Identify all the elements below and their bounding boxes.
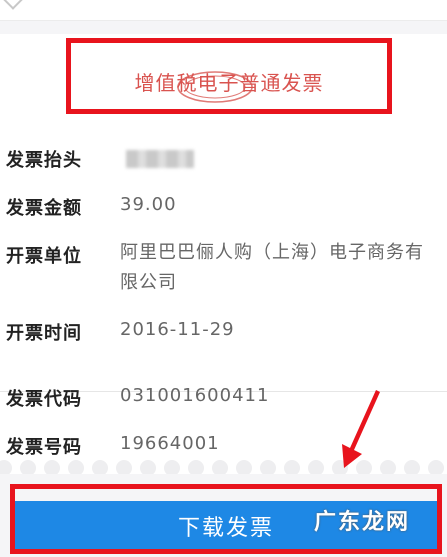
watermark: 广东龙网 (314, 510, 411, 535)
field-value: 39.00 (120, 194, 177, 215)
field-value: 阿里巴巴俪人购（上海）电子商务有限公司 (120, 242, 424, 293)
field-label: 发票号码 (6, 437, 82, 458)
title-highlight-box: 增值税电子普通发票 (66, 38, 392, 114)
top-strip (0, 0, 447, 21)
field-label: 发票抬头 (6, 150, 82, 171)
field-value: 2016-11-29 (120, 319, 235, 340)
field-label: 开票单位 (6, 246, 82, 267)
field-label: 开票时间 (6, 323, 82, 344)
field-value: 19664001 (120, 433, 220, 454)
field-value: 031001600411 (120, 385, 270, 406)
field-label: 发票代码 (6, 389, 82, 410)
invoice-title: 增值税电子普通发票 (134, 71, 324, 95)
redacted-value (126, 150, 194, 168)
arrow-icon (342, 390, 380, 468)
chevron-icon[interactable] (0, 0, 26, 10)
field-label: 发票金额 (6, 198, 82, 219)
